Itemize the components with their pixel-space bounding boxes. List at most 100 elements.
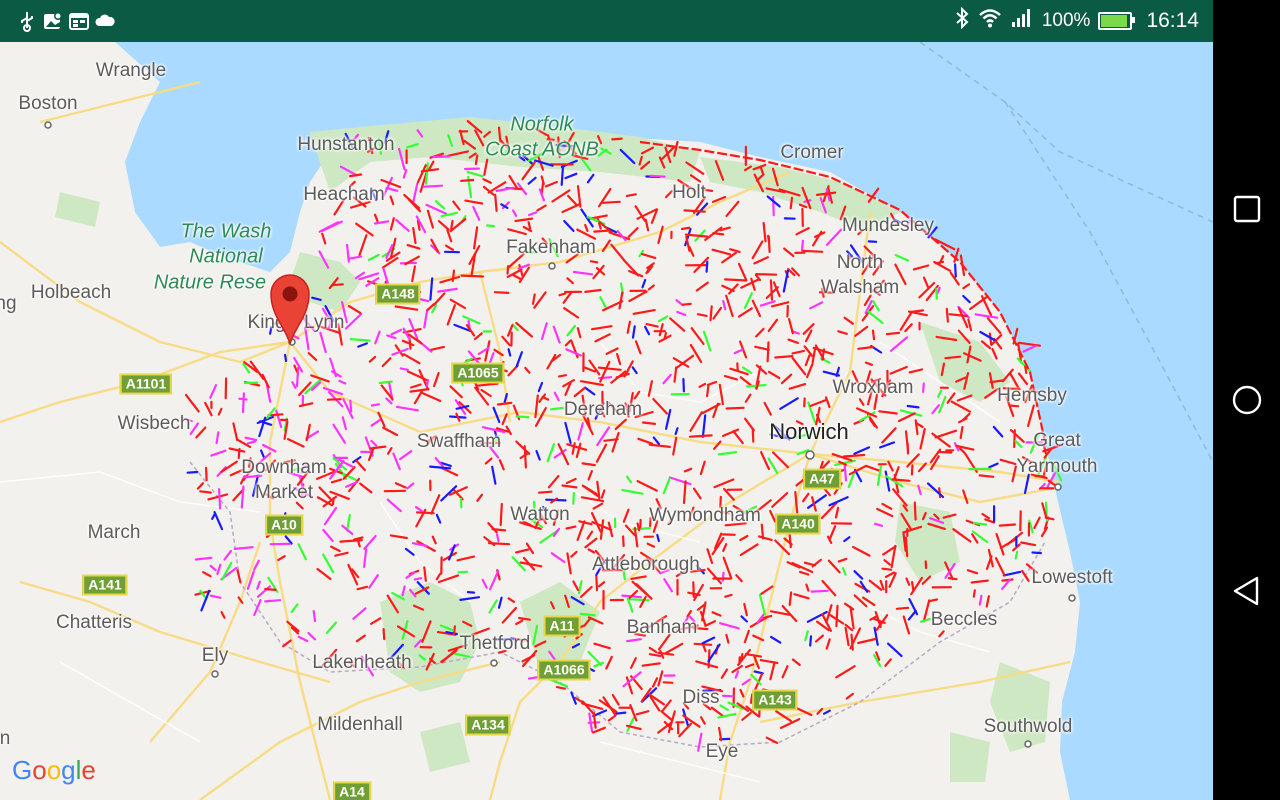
route-segment bbox=[428, 345, 445, 352]
route-segment bbox=[205, 466, 208, 482]
cloud-icon bbox=[94, 10, 116, 32]
route-segment bbox=[445, 244, 454, 251]
route-segment bbox=[718, 383, 725, 406]
route-segment bbox=[755, 327, 765, 338]
route-segment bbox=[357, 342, 368, 348]
route-segment bbox=[771, 492, 789, 508]
route-segment bbox=[769, 661, 776, 681]
route-segment bbox=[312, 609, 317, 623]
route-segment bbox=[223, 550, 232, 561]
route-segment bbox=[576, 327, 582, 339]
route-segment bbox=[484, 457, 493, 465]
route-segment bbox=[241, 392, 245, 414]
recent-apps-button[interactable] bbox=[1231, 193, 1263, 225]
route-segment bbox=[348, 255, 362, 260]
route-segment bbox=[787, 338, 800, 344]
status-right: 100% 16:14 bbox=[954, 0, 1199, 42]
route-segment bbox=[195, 426, 207, 439]
place-label: Norwich bbox=[769, 419, 849, 444]
route-segment bbox=[737, 307, 753, 318]
route-segment bbox=[622, 508, 630, 523]
route-segment bbox=[857, 637, 877, 645]
route-segment bbox=[597, 581, 606, 588]
route-segment bbox=[413, 389, 424, 405]
route-segment bbox=[883, 559, 891, 566]
place-label: Mundesley bbox=[842, 215, 934, 236]
route-segment bbox=[864, 361, 874, 366]
route-segment bbox=[704, 620, 717, 627]
route-segment bbox=[767, 318, 779, 332]
route-segment bbox=[572, 580, 580, 592]
route-segment bbox=[581, 702, 604, 711]
route-segment bbox=[740, 615, 749, 623]
route-segment bbox=[356, 585, 369, 591]
route-segment bbox=[626, 638, 642, 643]
route-segment bbox=[264, 599, 282, 603]
place-label: Downham bbox=[241, 457, 327, 478]
route-segment bbox=[307, 631, 316, 641]
route-segment bbox=[999, 458, 1017, 466]
route-segment bbox=[387, 447, 393, 455]
route-segment bbox=[413, 577, 423, 581]
park-label-the-wash: Nature Rese bbox=[153, 271, 267, 294]
map-view[interactable]: Wrangle Boston Hunstanton Heacham Holt C… bbox=[0, 42, 1213, 800]
route-segment bbox=[695, 660, 719, 669]
route-segment bbox=[368, 355, 377, 363]
route-segment bbox=[717, 451, 738, 456]
route-segment bbox=[527, 211, 538, 217]
route-segment bbox=[723, 278, 748, 282]
route-segment bbox=[429, 277, 434, 301]
route-segment bbox=[349, 399, 353, 413]
route-segment bbox=[995, 532, 1005, 556]
route-segment bbox=[705, 384, 710, 398]
route-segment bbox=[744, 652, 763, 658]
route-segment bbox=[937, 450, 953, 454]
route-segment bbox=[760, 585, 774, 596]
back-button[interactable] bbox=[1231, 575, 1263, 607]
map-marker-pin[interactable] bbox=[267, 270, 313, 346]
route-segment bbox=[316, 567, 332, 581]
route-segment bbox=[564, 339, 572, 347]
route-segment bbox=[722, 299, 727, 311]
route-segment bbox=[233, 546, 254, 550]
route-segment bbox=[466, 170, 484, 178]
route-segment bbox=[217, 407, 223, 416]
route-segment bbox=[566, 443, 588, 451]
route-segment bbox=[322, 528, 334, 543]
route-segment bbox=[753, 256, 769, 265]
route-segment bbox=[625, 475, 633, 484]
route-segment bbox=[689, 343, 703, 363]
route-segment bbox=[507, 597, 516, 603]
route-segment bbox=[411, 265, 416, 283]
route-segment bbox=[368, 574, 379, 589]
route-segment bbox=[978, 594, 983, 606]
route-segment bbox=[319, 331, 327, 354]
route-segment bbox=[853, 594, 868, 608]
navigation-bar bbox=[1213, 0, 1280, 800]
route-segment bbox=[947, 576, 958, 581]
route-segment bbox=[406, 244, 421, 250]
route-segment bbox=[553, 391, 560, 402]
route-segment bbox=[450, 219, 454, 230]
route-segment bbox=[722, 543, 728, 552]
route-segment bbox=[853, 570, 864, 580]
route-segment bbox=[410, 383, 422, 389]
route-segment bbox=[811, 230, 823, 247]
route-segment bbox=[788, 591, 793, 607]
home-button[interactable] bbox=[1231, 384, 1263, 416]
route-segment bbox=[938, 630, 945, 638]
route-segment bbox=[789, 196, 794, 210]
route-segment bbox=[253, 559, 260, 571]
route-segment bbox=[837, 330, 848, 335]
route-segment bbox=[986, 317, 1002, 334]
route-segment bbox=[579, 612, 596, 617]
route-segment bbox=[803, 397, 806, 408]
route-segment bbox=[578, 520, 593, 526]
route-segment bbox=[566, 194, 578, 206]
route-segment bbox=[536, 204, 547, 212]
route-segment bbox=[341, 416, 347, 431]
route-segment bbox=[515, 440, 531, 455]
route-segment bbox=[652, 436, 661, 446]
route-segment bbox=[391, 347, 409, 356]
route-segment bbox=[685, 235, 691, 252]
